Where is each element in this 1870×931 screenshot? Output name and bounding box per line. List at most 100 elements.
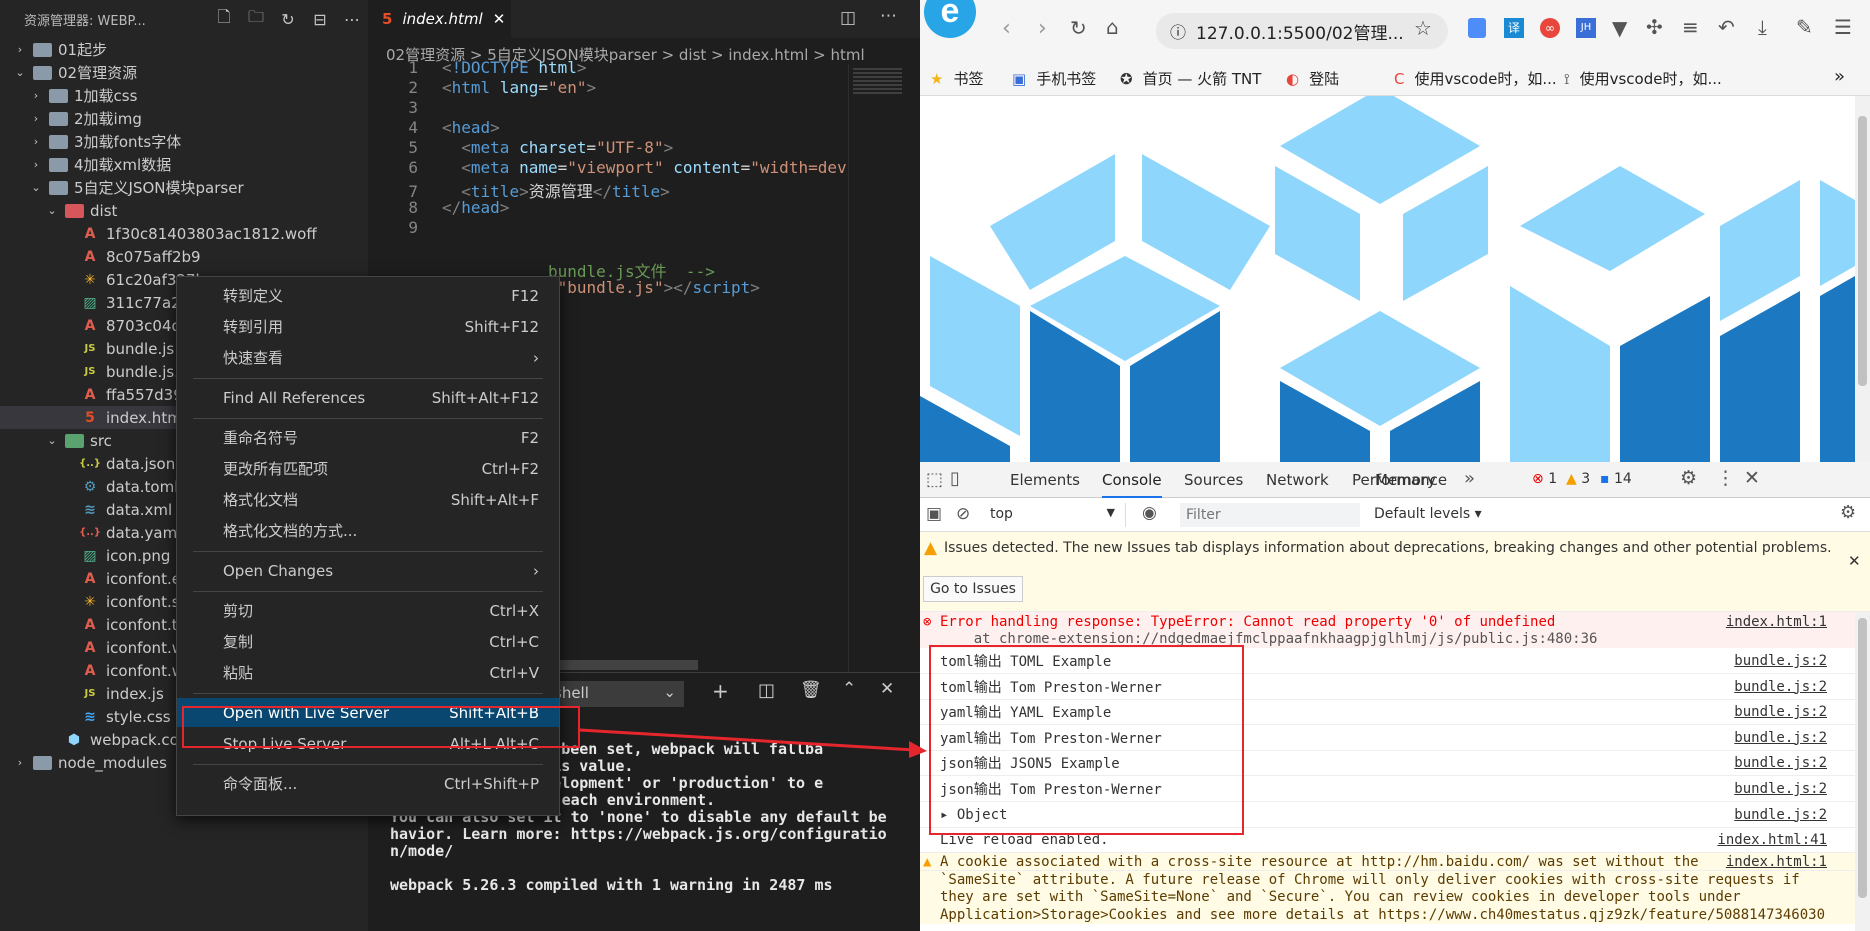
error-count[interactable]: ⊗ 1 — [1532, 471, 1557, 487]
chevron-right-icon[interactable]: › — [28, 135, 44, 148]
console-source-link[interactable]: bundle.js:2 — [1734, 653, 1827, 669]
brush-icon[interactable]: ✎ — [1796, 15, 1813, 39]
extension-icon-1[interactable] — [1468, 18, 1486, 38]
address-bar[interactable]: ⓘ 127.0.0.1:5500/02管理... — [1156, 13, 1448, 49]
refresh-icon[interactable]: ↻ — [272, 10, 304, 29]
tree-item[interactable]: › 2加载img — [0, 107, 368, 130]
context-menu-item[interactable]: 快速查看 › — [177, 343, 559, 372]
back-icon[interactable]: ‹ — [1002, 16, 1011, 41]
context-select[interactable]: top ▼ — [986, 503, 1126, 527]
chevron-right-icon[interactable]: › — [12, 756, 28, 769]
undo-icon[interactable]: ↶ — [1718, 15, 1735, 39]
minimap[interactable] — [848, 64, 906, 674]
more-tabs-icon[interactable]: » — [1464, 468, 1475, 489]
tab-sources[interactable]: Sources — [1184, 462, 1243, 498]
context-menu-item[interactable]: 重命名符号 F2 — [177, 423, 559, 452]
log-levels-select[interactable]: Default levels ▾ — [1374, 506, 1482, 522]
device-toolbar-icon[interactable]: ▯ — [950, 468, 960, 489]
console-line[interactable]: they are set with `SameSite=None` and `S… — [920, 888, 1855, 906]
chevron-right-icon[interactable]: › — [28, 89, 44, 102]
translate-icon[interactable]: 译 — [1504, 18, 1524, 38]
horizontal-scrollbar[interactable] — [558, 660, 698, 670]
console-source-link[interactable]: bundle.js:2 — [1734, 704, 1827, 720]
context-menu-item[interactable]: 剪切 Ctrl+X — [177, 596, 559, 625]
console-line[interactable]: Application>Storage>Cookies and see more… — [920, 905, 1855, 924]
maximize-panel-icon[interactable]: ⌃ — [842, 679, 856, 699]
bookmark-item[interactable]: C 使用vscode时，如... — [1394, 68, 1557, 89]
console-source-link[interactable]: index.html:41 — [1717, 832, 1827, 848]
close-panel-icon[interactable]: ✕ — [880, 679, 894, 699]
console-scrollbar[interactable] — [1855, 612, 1870, 931]
playlist-icon[interactable]: ≡ — [1682, 15, 1699, 39]
bookmarks-overflow-icon[interactable]: » — [1834, 66, 1845, 87]
console-source-link[interactable]: index.html:1 — [1726, 854, 1827, 870]
vue-icon[interactable]: ▼ — [1612, 16, 1627, 40]
context-menu-item[interactable]: Open Changes › — [177, 556, 559, 585]
go-to-issues-button[interactable]: Go to Issues — [923, 576, 1023, 602]
star-icon[interactable]: ☆ — [1414, 16, 1432, 40]
chevron-right-icon[interactable]: › — [28, 158, 44, 171]
reload-icon[interactable]: ↻ — [1070, 16, 1087, 40]
add-terminal-icon[interactable]: + — [712, 679, 729, 703]
console-line[interactable]: ▲ A cookie associated with a cross-site r… — [920, 853, 1855, 871]
console-filter-input[interactable] — [1180, 503, 1360, 527]
chevron-right-icon[interactable]: › — [28, 112, 44, 125]
more-actions-icon[interactable]: ⋯ — [336, 10, 368, 29]
console-source-link[interactable]: index.html:1 — [1726, 614, 1827, 630]
context-menu-item[interactable]: 复制 Ctrl+C — [177, 627, 559, 656]
trash-icon[interactable]: 🗑 — [800, 680, 822, 700]
tree-item[interactable]: ⌄ 02管理资源 — [0, 61, 368, 84]
console-source-link[interactable]: bundle.js:2 — [1734, 807, 1827, 823]
extension-icon-3[interactable]: ∞ — [1540, 18, 1560, 38]
tree-item[interactable]: A 1f30c81403803ac1812.woff — [0, 222, 368, 245]
console-settings-icon[interactable]: ⚙ — [1840, 502, 1856, 523]
tree-item[interactable]: A 8c075aff2b9 — [0, 245, 368, 268]
sidebar-toggle-icon[interactable]: ▣ — [926, 504, 942, 524]
tree-item[interactable]: ⌄ 5自定义JSON模块parser — [0, 176, 368, 199]
close-icon[interactable]: ✕ — [493, 10, 506, 28]
forward-icon[interactable]: › — [1038, 16, 1047, 41]
eye-icon[interactable]: ◉ — [1142, 503, 1157, 523]
context-menu-item[interactable]: 更改所有匹配项 Ctrl+F2 — [177, 454, 559, 483]
chevron-down-icon[interactable]: ⌄ — [12, 66, 28, 79]
tab-memory[interactable]: Memory — [1375, 462, 1436, 498]
split-editor-icon[interactable]: ◫ — [840, 8, 856, 28]
dismiss-banner-icon[interactable]: ✕ — [1848, 552, 1861, 570]
tree-item[interactable]: › 4加载xml数据 — [0, 153, 368, 176]
bookmark-item[interactable]: ▣ 手机书签 — [1012, 68, 1096, 89]
context-menu-item[interactable]: Find All References Shift+Alt+F12 — [177, 383, 559, 412]
tree-item[interactable]: ⌄ dist — [0, 199, 368, 222]
tab-network[interactable]: Network — [1266, 462, 1329, 498]
bookmark-item[interactable]: ✪ 首页 — 火箭 TNT — [1120, 68, 1261, 89]
download-icon[interactable]: ⤓ — [1758, 15, 1767, 39]
context-menu-item[interactable]: 粘贴 Ctrl+V — [177, 658, 559, 687]
new-folder-icon[interactable]: 🗀 — [240, 6, 272, 33]
terminal-shell-select[interactable]: shell ⌄ — [554, 681, 684, 707]
page-scrollbar[interactable] — [1855, 96, 1870, 462]
context-menu-item[interactable]: 转到引用 Shift+F12 — [177, 312, 559, 341]
context-menu-item[interactable]: 格式化文档的方式... — [177, 516, 559, 545]
context-menu-item[interactable]: 命令面板... Ctrl+Shift+P — [177, 769, 559, 798]
bookmark-item[interactable]: ◐ 登陆 — [1286, 68, 1339, 89]
split-terminal-icon[interactable]: ◫ — [758, 680, 775, 701]
console-source-link[interactable]: bundle.js:2 — [1734, 755, 1827, 771]
chevron-down-icon[interactable]: ⌄ — [44, 204, 60, 217]
tree-item[interactable]: › 01起步 — [0, 38, 368, 61]
kebab-menu-icon[interactable]: ⋮ — [1716, 467, 1735, 489]
tab-index-html[interactable]: 5 index.html ✕ — [368, 0, 511, 38]
bookmark-item[interactable]: ★ 书签 — [930, 68, 983, 89]
context-menu-item[interactable]: 格式化文档 Shift+Alt+F — [177, 485, 559, 514]
settings-gear-icon[interactable]: ⚙ — [1680, 467, 1697, 489]
tree-item[interactable]: › 3加载fonts字体 — [0, 130, 368, 153]
bookmark-item[interactable]: ⟟ 使用vscode时，如... — [1564, 68, 1722, 89]
extension-icon-4[interactable]: JH — [1576, 18, 1596, 38]
console-source-link[interactable]: bundle.js:2 — [1734, 679, 1827, 695]
chevron-down-icon[interactable]: ⌄ — [44, 434, 60, 447]
tree-item[interactable]: › 1加载css — [0, 84, 368, 107]
console-source-link[interactable]: bundle.js:2 — [1734, 730, 1827, 746]
info-count[interactable]: ▪ 14 — [1600, 471, 1632, 487]
home-icon[interactable]: ⌂ — [1106, 15, 1119, 39]
console-source-link[interactable]: bundle.js:2 — [1734, 781, 1827, 797]
tab-elements[interactable]: Elements — [1010, 462, 1080, 498]
warning-count[interactable]: ▲ 3 — [1566, 471, 1590, 487]
